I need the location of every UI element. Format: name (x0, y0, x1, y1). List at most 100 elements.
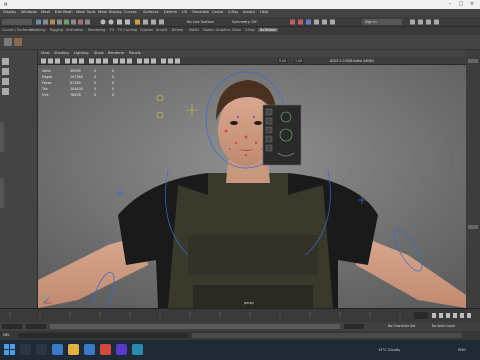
range-end-field[interactable] (344, 324, 364, 329)
anim-layer-dropdown[interactable]: No Anim Layer (432, 324, 455, 328)
close-button[interactable]: × (467, 1, 477, 8)
face-control-panel[interactable] (262, 104, 302, 166)
chrome-icon[interactable] (100, 344, 111, 355)
panel-menu-shading[interactable]: Shading (54, 51, 69, 55)
shelf-tab-animation[interactable]: Animation (66, 28, 83, 32)
menu-generate[interactable]: Generate (192, 10, 209, 14)
shelf-tab-arnold[interactable]: Arnold (156, 28, 167, 32)
weather-widget[interactable]: 15°C Cloudy (378, 348, 400, 352)
command-feedback (192, 333, 462, 338)
sign-in-button[interactable]: Sign In (362, 19, 402, 25)
channel-box-tab[interactable] (468, 59, 478, 63)
shelf-tabs: Curves / Surfaces Modeling Rigging Anima… (0, 27, 480, 35)
minimize-button[interactable]: – (445, 1, 455, 8)
panel-menu-renderer[interactable]: Renderer (108, 51, 124, 55)
mode-dropdown[interactable] (2, 19, 32, 25)
menu-uv[interactable]: UV (182, 10, 187, 14)
hud-label: Edges (42, 75, 53, 79)
hud-value: 0 (94, 75, 97, 79)
viewport-toolbar-icons[interactable] (41, 58, 241, 64)
shelf-tab-xgen[interactable]: XGen (232, 28, 241, 32)
shelf-tool-icon[interactable] (14, 38, 22, 46)
maya-icon[interactable] (132, 344, 143, 355)
shelf-tab-rigging[interactable]: Rigging (50, 28, 63, 32)
command-line: MEL (0, 331, 480, 340)
menu-windows[interactable]: Windows (21, 10, 37, 14)
menu-curves[interactable]: Curves (124, 10, 136, 14)
far-clip-field[interactable]: 1.00 (294, 59, 304, 63)
edge-icon[interactable] (52, 344, 63, 355)
script-language-label[interactable]: MEL (3, 333, 10, 337)
shelf-tab-batemate[interactable]: BaTeMate (258, 28, 279, 32)
shelf-tab-mash[interactable]: MASH (189, 28, 199, 32)
hud-value: 104430 (70, 87, 83, 91)
menu-cache[interactable]: Cache (212, 10, 223, 14)
menu-vray[interactable]: V-Ray (228, 10, 238, 14)
shelf-tab-motion-graphics[interactable]: Motion Graphics (203, 28, 231, 32)
3d-viewport[interactable]: Verts 39095 0 0 Edges 147360 0 0 Faces 8… (38, 65, 466, 308)
scene-render (38, 65, 466, 308)
symmetry-label[interactable]: Symmetry: Off (232, 20, 257, 24)
colorspace-label[interactable]: ACES 1.0 SDR-video (sRGB) (330, 59, 374, 63)
camera-label: persp (244, 301, 254, 305)
shelf-tab-rendering[interactable]: Rendering (88, 28, 105, 32)
shelf (0, 35, 480, 50)
windows-start-icon[interactable] (4, 344, 15, 355)
menu-mesh-display[interactable]: Mesh Display (98, 10, 122, 14)
shelf-tab-modeling[interactable]: Modeling (30, 28, 45, 32)
file-explorer-icon[interactable] (68, 344, 79, 355)
hud-value: 147360 (70, 75, 83, 79)
shelf-tab-fx[interactable]: FX (110, 28, 114, 32)
hud-value: 0 (112, 93, 115, 97)
menu-help[interactable]: Help (260, 10, 268, 14)
hud-value: 0 (112, 69, 115, 73)
task-view-icon[interactable] (36, 344, 47, 355)
menu-arnold[interactable]: Arnold (243, 10, 255, 14)
hud-row-uvs: UVs 78678 0 0 (42, 93, 122, 99)
hud-label: Faces (42, 81, 52, 85)
start-frame-field[interactable] (2, 324, 22, 329)
panel-menu-show[interactable]: Show (94, 51, 104, 55)
app-icon[interactable] (116, 344, 127, 355)
range-start-field[interactable] (26, 324, 46, 329)
hud-value: 0 (94, 93, 97, 97)
time-slider[interactable] (0, 308, 480, 322)
workspace-icons (410, 19, 476, 25)
search-icon[interactable] (20, 344, 31, 355)
window-titlebar: M – □ × (0, 0, 480, 9)
hud-value: 0 (94, 69, 97, 73)
range-bar[interactable] (50, 324, 340, 329)
selection-mask-icons (36, 19, 96, 25)
shelf-tab-vray[interactable]: V-Ray (245, 28, 255, 32)
near-clip-field[interactable]: 0.00 (278, 59, 288, 63)
panel-menu-panels[interactable]: Panels (129, 51, 141, 55)
sign-in-label: Sign In (365, 20, 377, 24)
shelf-tab-bifrost[interactable]: Bifrost (172, 28, 183, 32)
axis-gizmo (43, 295, 52, 304)
poly-count-hud: Verts 39095 0 0 Edges 147360 0 0 Faces 8… (42, 69, 122, 99)
hud-value: 39095 (70, 69, 81, 73)
language-indicator[interactable]: ENG (458, 348, 466, 352)
menu-display[interactable]: Display (3, 10, 16, 14)
menu-surfaces[interactable]: Surfaces (143, 10, 159, 14)
shelf-tool-icon[interactable] (4, 38, 12, 46)
panel-menu-view[interactable]: View (41, 51, 50, 55)
menu-edit-mesh[interactable]: Edit Mesh (55, 10, 73, 14)
shelf-tab-fx-caching[interactable]: FX Caching (118, 28, 137, 32)
maximize-button[interactable]: □ (456, 1, 466, 8)
status-line: No Live Surface Symmetry: Off Sign In (0, 17, 480, 27)
menu-deform[interactable]: Deform (164, 10, 177, 14)
panel-menu-lighting[interactable]: Lighting (74, 51, 89, 55)
layer-editor-tab[interactable] (468, 225, 478, 229)
menu-mesh-tools[interactable]: Mesh Tools (76, 10, 95, 14)
main-menubar: Display Windows Mesh Edit Mesh Mesh Tool… (0, 9, 480, 17)
viewport-toolbar: 0.00 1.00 ACES 1.0 SDR-video (sRGB) (38, 57, 466, 65)
character-set-dropdown[interactable]: No Character Set (388, 324, 415, 328)
range-slider: No Character Set No Anim Layer (0, 322, 480, 331)
store-icon[interactable] (84, 344, 95, 355)
command-input[interactable] (18, 333, 188, 338)
shelf-tab-curves[interactable]: Curves / Surfaces (2, 28, 32, 32)
shelf-tab-custom[interactable]: Custom (140, 28, 153, 32)
menu-mesh[interactable]: Mesh (41, 10, 50, 14)
live-surface-label[interactable]: No Live Surface (187, 20, 214, 24)
